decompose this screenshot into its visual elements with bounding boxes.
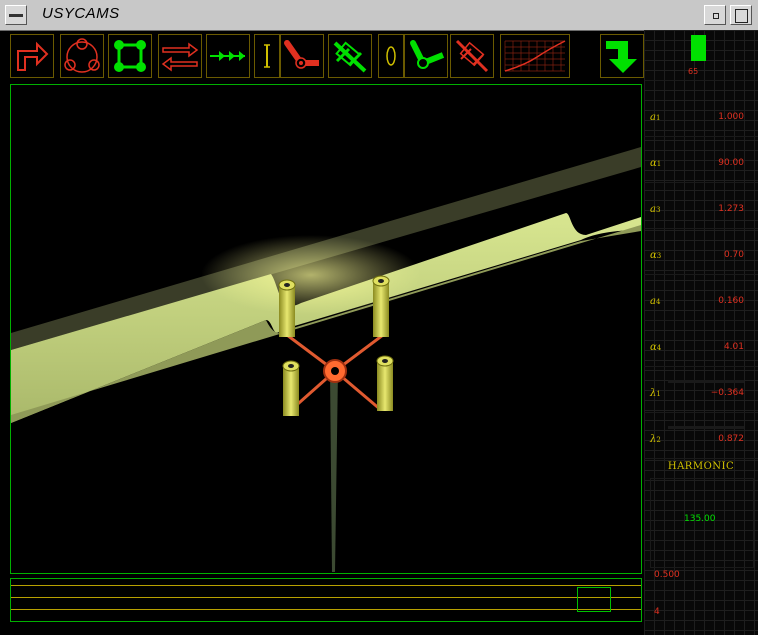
speed-indicator-bar[interactable] [691,35,706,61]
timeline-scrubber[interactable] [10,578,642,622]
follower-roller-3 [282,360,300,416]
maximize-button[interactable] [730,5,752,25]
follower-roller-4 [376,355,394,411]
window-title: USYCAMS [42,5,120,22]
param-slider[interactable]: a1 1.000 [644,90,758,137]
bent-link-icon [410,40,445,69]
param-value: 0.70 [723,250,744,260]
param-value: 1.000 [718,112,744,122]
tool-rocker-link-button[interactable] [280,34,324,78]
tool-four-rollers-button[interactable] [108,34,152,78]
title-bar: USYCAMS [0,0,758,31]
menu-bar-icon [9,14,23,17]
piston-icon [455,39,489,73]
param-slider[interactable]: a4 0.160 [644,274,758,321]
param-slider[interactable]: α3 0.70 [644,228,758,275]
param-slider[interactable]: a3 1.273 [644,182,758,229]
param-slider[interactable]: λ2 0.872 [644,412,758,459]
tool-opposite-arrows-button[interactable] [158,34,202,78]
down-arrow-icon [606,41,637,73]
param-slider[interactable]: α4 4.01 [644,320,758,367]
turn-right-arrow-icon [17,41,49,71]
window-menu-button[interactable] [5,5,27,25]
rocker-link-icon [284,40,319,69]
harmonic-low-value: 0.500 [654,570,680,580]
graph-grid-icon [504,40,566,72]
maximize-icon [735,9,748,23]
tool-linear-link-button[interactable] [254,34,280,78]
opposite-arrows-icon [161,42,199,72]
minimize-icon [713,13,719,19]
linear-link-icon [264,44,270,68]
ellipse-icon [386,46,396,66]
shaft [330,370,338,572]
app-window: USYCAMS 65 a1 1.000 α1 90.00 a3 1.273 α3… [0,0,758,635]
param-slider[interactable]: α1 90.00 [644,136,758,183]
tool-three-rollers-button[interactable] [60,34,104,78]
3d-viewport[interactable] [10,84,642,574]
param-slider[interactable]: λ1 −0.364 [644,366,758,413]
slider-crank-icon [333,41,367,73]
param-value: 1.273 [718,204,744,214]
follower-roller-1 [278,279,296,337]
harmonic-value: 135.00 [684,514,716,524]
harmonic-title: HARMONIC [667,461,735,472]
speed-indicator-row: 65 [644,30,758,81]
cam-mechanism-scene [11,147,641,572]
tool-dotted-arrow-button[interactable] [206,34,250,78]
speed-indicator-value: 65 [688,67,699,76]
minimize-button[interactable] [704,5,726,25]
follower-roller-2 [372,275,390,337]
harmonic-count: 4 [654,607,660,617]
four-rollers-icon [114,40,146,72]
tool-slider-crank-button[interactable] [328,34,372,78]
three-rollers-icon [64,38,100,73]
tool-bent-link-button[interactable] [404,34,448,78]
parameter-panel: 65 a1 1.000 α1 90.00 a3 1.273 α3 0.70 a4… [644,30,758,635]
param-value: 0.160 [718,296,744,306]
param-value: −0.364 [710,388,744,398]
param-value: 0.872 [718,434,744,444]
timeline-thumb[interactable] [577,587,611,612]
param-value: 90.00 [718,158,744,168]
tool-piston-button[interactable] [450,34,494,78]
tool-graph-grid-button[interactable] [500,34,570,78]
param-value: 4.01 [723,342,744,352]
dotted-arrow-icon [210,51,245,61]
tool-ellipse-button[interactable] [378,34,404,78]
tool-down-arrow-button[interactable] [600,34,644,78]
tool-turn-right-button[interactable] [10,34,54,78]
toolbar [8,34,644,80]
